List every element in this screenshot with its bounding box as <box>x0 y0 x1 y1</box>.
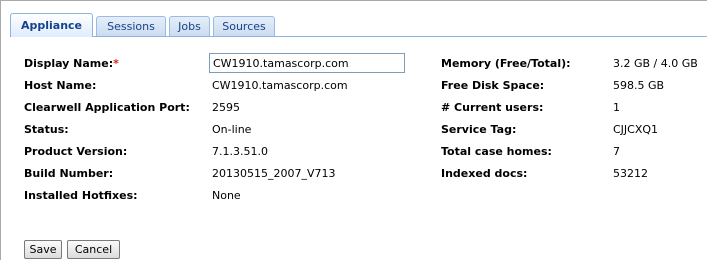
service-tag-value: CJJCXQ1 <box>613 123 659 136</box>
cancel-button[interactable]: Cancel <box>67 240 120 259</box>
disk-space-label: Free Disk Space: <box>441 79 545 92</box>
tab-sessions[interactable]: Sessions <box>96 16 166 36</box>
build-number-value: 20130515_2007_V713 <box>212 167 336 180</box>
status-label: Status: <box>24 123 69 136</box>
save-button[interactable]: Save <box>24 240 62 259</box>
tab-strip: Appliance Sessions Jobs Sources <box>10 10 707 37</box>
indexed-docs-value: 53212 <box>613 167 648 180</box>
current-users-label: # Current users: <box>441 101 544 114</box>
status-value: On-line <box>212 123 252 136</box>
tab-appliance[interactable]: Appliance <box>10 13 93 37</box>
disk-space-value: 598.5 GB <box>613 79 665 92</box>
host-name-value: CW1910.tamascorp.com <box>212 79 348 92</box>
display-name-label: Display Name:* <box>24 57 119 70</box>
case-homes-value: 7 <box>613 145 620 158</box>
indexed-docs-label: Indexed docs: <box>441 167 528 180</box>
memory-label: Memory (Free/Total): <box>441 57 571 70</box>
tab-jobs[interactable]: Jobs <box>169 16 210 36</box>
host-name-label: Host Name: <box>24 79 97 92</box>
port-label: Clearwell Application Port: <box>24 101 190 114</box>
hotfixes-value: None <box>212 189 241 202</box>
required-marker: * <box>113 57 119 70</box>
tab-sources[interactable]: Sources <box>213 16 275 36</box>
current-users-value: 1 <box>613 101 620 114</box>
port-value: 2595 <box>212 101 240 114</box>
hotfixes-label: Installed Hotfixes: <box>24 189 138 202</box>
memory-value: 3.2 GB / 4.0 GB <box>613 57 698 70</box>
case-homes-label: Total case homes: <box>441 145 552 158</box>
display-name-input[interactable] <box>209 53 405 73</box>
build-number-label: Build Number: <box>24 167 114 180</box>
product-version-value: 7.1.3.51.0 <box>212 145 268 158</box>
service-tag-label: Service Tag: <box>441 123 517 136</box>
product-version-label: Product Version: <box>24 145 128 158</box>
appliance-panel: Appliance Sessions Jobs Sources Display … <box>0 0 707 260</box>
